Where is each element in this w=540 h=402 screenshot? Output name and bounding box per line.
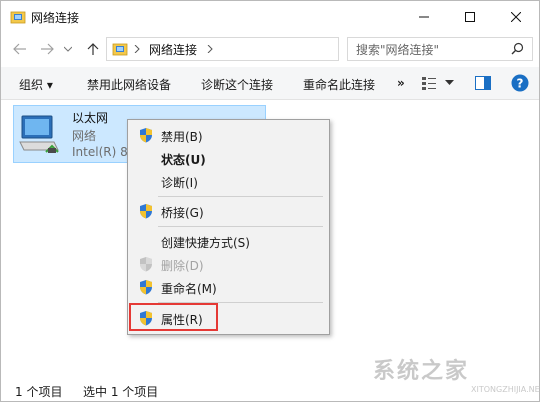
menu-item-create-shortcut[interactable]: 创建快捷方式(S) — [128, 230, 329, 252]
menu-item-label: 重命名(M) — [161, 282, 217, 296]
menu-item-label: 诊断(I) — [161, 176, 198, 190]
chevron-down-icon — [64, 46, 72, 52]
minimize-icon — [419, 16, 429, 18]
menu-item-rename[interactable]: 重命名(M) — [128, 276, 329, 298]
search-placeholder: 搜索"网络连接" — [356, 43, 440, 57]
menu-item-label: 状态(U) — [161, 153, 206, 167]
svg-text:?: ? — [517, 77, 524, 91]
maximize-button[interactable] — [447, 1, 493, 33]
back-button[interactable] — [11, 41, 29, 57]
menu-item-diagnose[interactable]: 诊断(I) — [128, 170, 329, 192]
menu-separator — [158, 226, 323, 227]
uac-shield-icon — [140, 257, 152, 272]
menu-item-label: 禁用(B) — [161, 130, 203, 144]
rename-connection-button[interactable]: 重命名此连接 — [303, 76, 375, 93]
close-icon — [511, 12, 521, 22]
window-title: 网络连接 — [31, 11, 80, 25]
maximize-icon — [465, 12, 475, 22]
disable-device-button[interactable]: 禁用此网络设备 — [87, 76, 171, 93]
ethernet-adapter-icon — [19, 115, 59, 153]
organize-menu[interactable]: 组织 ▾ — [19, 76, 53, 93]
watermark-url: XITONGZHIJIA.NET — [471, 385, 540, 394]
menu-item-bridge[interactable]: 桥接(G) — [128, 200, 329, 222]
watermark-logo: 系统之家 — [373, 359, 470, 384]
breadcrumb-chevron-icon[interactable] — [207, 45, 213, 53]
menu-separator — [158, 196, 323, 197]
menu-item-disable[interactable]: 禁用(B) — [128, 124, 329, 146]
help-icon[interactable]: ? — [511, 74, 529, 92]
back-arrow-icon — [13, 43, 26, 55]
uac-shield-icon — [140, 204, 152, 219]
breadcrumb-chevron-icon — [134, 45, 140, 53]
uac-shield-icon — [140, 128, 152, 143]
menu-item-label: 创建快捷方式(S) — [161, 236, 250, 250]
search-box[interactable]: 搜索"网络连接" — [347, 37, 533, 61]
menu-item-label: 删除(D) — [161, 259, 204, 273]
properties-highlight — [129, 303, 218, 331]
up-button[interactable] — [84, 41, 102, 57]
more-commands-button[interactable]: » — [397, 76, 405, 90]
address-bar[interactable]: 网络连接 — [106, 37, 435, 61]
connection-name: 以太网 — [72, 111, 109, 125]
network-folder-icon — [112, 43, 128, 56]
status-item-count: 1 个项目 — [15, 385, 63, 399]
uac-shield-icon — [140, 280, 152, 295]
title-bar: 网络连接 — [1, 1, 539, 33]
breadcrumb-location[interactable]: 网络连接 — [149, 41, 197, 58]
network-folder-icon — [10, 11, 26, 24]
explorer-window: 网络连接 网络连接 搜索"网络连接" 组织 ▾ 禁用此网络设备 诊断这个连接 重… — [0, 0, 540, 402]
menu-item-status[interactable]: 状态(U) — [128, 147, 329, 169]
menu-item-delete: 删除(D) — [128, 253, 329, 275]
minimize-button[interactable] — [401, 1, 447, 33]
search-icon[interactable] — [511, 42, 524, 55]
forward-arrow-icon — [41, 43, 54, 55]
menu-item-label: 桥接(G) — [161, 206, 204, 220]
recent-locations-button[interactable] — [63, 41, 73, 57]
diagnose-connection-button[interactable]: 诊断这个连接 — [201, 76, 273, 93]
close-button[interactable] — [493, 1, 539, 33]
forward-button[interactable] — [38, 41, 56, 57]
status-selected-count: 选中 1 个项目 — [83, 385, 159, 399]
connection-status: 网络 — [72, 129, 97, 143]
view-options-icon[interactable] — [421, 75, 437, 91]
connection-device: Intel(R) 82 — [72, 145, 136, 159]
preview-pane-icon[interactable] — [475, 76, 491, 90]
command-bar: 组织 ▾ 禁用此网络设备 诊断这个连接 重命名此连接 » ? — [1, 67, 539, 100]
view-dropdown-icon[interactable] — [445, 80, 454, 86]
up-arrow-icon — [87, 43, 99, 55]
